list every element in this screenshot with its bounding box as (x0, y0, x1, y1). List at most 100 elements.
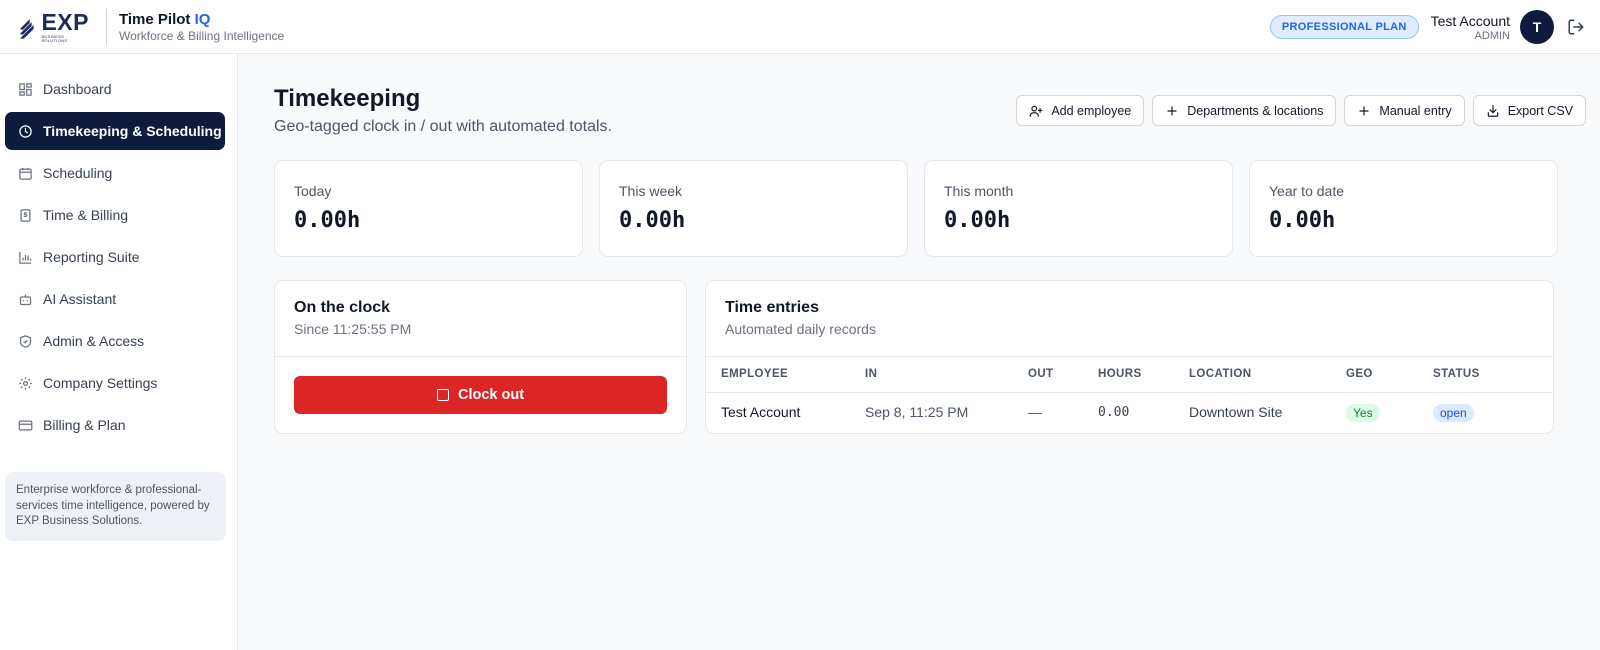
geo-badge: Yes (1346, 404, 1380, 423)
column-header-out[interactable]: OUT (1028, 357, 1098, 393)
plus-icon (1165, 104, 1179, 118)
logo-subtext: BUSINESS SOLUTIONS (41, 33, 68, 43)
stats-row: Today 0.00h This week 0.00h This month 0… (274, 160, 1558, 257)
download-icon (1486, 104, 1500, 118)
sidebar-item-time-billing[interactable]: Time & Billing (5, 196, 225, 234)
sidebar: Dashboard Timekeeping & Scheduling Sched… (0, 54, 238, 650)
clock-card-header: On the clock Since 11:25:55 PM (275, 281, 686, 357)
cell-hours: 0.00 (1098, 404, 1130, 420)
sidebar-item-label: Reporting Suite (43, 249, 140, 265)
sidebar-item-reporting[interactable]: Reporting Suite (5, 238, 225, 276)
header-right: PROFESSIONAL PLAN Test Account ADMIN T (1269, 0, 1600, 54)
sidebar-item-label: Admin & Access (43, 333, 145, 349)
sidebar-item-company-settings[interactable]: Company Settings (5, 364, 225, 402)
logout-icon[interactable] (1566, 17, 1586, 37)
bot-icon (17, 291, 33, 307)
sidebar-item-ai-assistant[interactable]: AI Assistant (5, 280, 225, 318)
main-content: Timekeeping Geo-tagged clock in / out wi… (238, 54, 1600, 650)
column-header-geo[interactable]: GEO (1346, 357, 1433, 393)
stat-value: 0.00h (619, 208, 686, 233)
brand: EXP BUSINESS SOLUTIONS Time Pilot IQ Wor… (0, 0, 284, 53)
gear-icon (17, 375, 33, 391)
app-name-text: Time Pilot (119, 10, 191, 28)
stat-card-today: Today 0.00h (274, 160, 583, 257)
clock-out-label: Clock out (457, 387, 525, 403)
clock-card-title: On the clock (294, 299, 391, 316)
sidebar-item-timekeeping[interactable]: Timekeeping & Scheduling (5, 112, 225, 150)
sidebar-item-scheduling[interactable]: Scheduling (5, 154, 225, 192)
page-title: Timekeeping (274, 85, 421, 112)
add-employee-label: Add employee (1051, 103, 1132, 118)
app-tagline: Workforce & Billing Intelligence (119, 28, 285, 43)
stat-value: 0.00h (294, 208, 361, 233)
sidebar-item-label: AI Assistant (43, 291, 117, 307)
entries-card-title: Time entries (725, 299, 819, 316)
sidebar-item-billing-plan[interactable]: Billing & Plan (5, 406, 225, 444)
sidebar-item-label: Timekeeping & Scheduling (43, 123, 222, 139)
grid-icon (17, 81, 33, 97)
export-csv-button[interactable]: Export CSV (1472, 95, 1586, 126)
manual-entry-button[interactable]: Manual entry (1344, 95, 1465, 126)
departments-locations-button[interactable]: Departments & locations (1152, 95, 1337, 126)
sidebar-item-dashboard[interactable]: Dashboard (5, 70, 225, 108)
stat-label: This week (619, 183, 683, 199)
departments-locations-label: Departments & locations (1187, 103, 1324, 118)
entries-card-header: Time entries Automated daily records (706, 281, 1553, 357)
app-title: Time Pilot IQ Workforce & Billing Intell… (119, 11, 284, 43)
cell-geo: Yes (1346, 392, 1433, 432)
stop-square-icon (436, 389, 449, 401)
exp-logo[interactable]: EXP BUSINESS SOLUTIONS (18, 8, 90, 43)
sidebar-item-label: Scheduling (43, 165, 113, 181)
sidebar-item-label: Time & Billing (43, 207, 129, 223)
avatar[interactable]: T (1520, 10, 1554, 44)
cell-location: Downtown Site (1189, 404, 1283, 421)
clock-out-button[interactable]: Clock out (294, 376, 667, 414)
add-employee-button[interactable]: Add employee (1016, 95, 1145, 126)
calendar-icon (17, 165, 33, 181)
top-header: EXP BUSINESS SOLUTIONS Time Pilot IQ Wor… (0, 0, 1600, 54)
page-subtitle: Geo-tagged clock in / out with automated… (274, 118, 612, 135)
cell-status: open (1433, 392, 1553, 432)
stat-value: 0.00h (1269, 208, 1336, 233)
on-the-clock-card: On the clock Since 11:25:55 PM Clock out (274, 280, 687, 434)
cell-in: Sep 8, 11:25 PM (865, 404, 969, 421)
app-name: Time Pilot IQ (119, 11, 284, 28)
time-entries-card: Time entries Automated daily records EMP… (705, 280, 1554, 434)
plan-badge[interactable]: PROFESSIONAL PLAN (1269, 15, 1419, 39)
sidebar-note: Enterprise workforce & professional-serv… (5, 472, 226, 541)
status-badge: open (1433, 404, 1474, 423)
app-name-suffix: IQ (194, 10, 211, 28)
clock-icon (17, 123, 33, 139)
stat-label: Today (294, 183, 332, 199)
sidebar-item-label: Dashboard (43, 81, 112, 97)
sidebar-nav: Dashboard Timekeeping & Scheduling Sched… (0, 54, 237, 444)
user-plus-icon (1029, 104, 1043, 118)
manual-entry-label: Manual entry (1379, 103, 1452, 118)
shield-icon (17, 333, 33, 349)
stat-label: Year to date (1269, 183, 1344, 199)
column-header-employee[interactable]: EMPLOYEE (706, 357, 865, 393)
export-csv-label: Export CSV (1507, 103, 1573, 118)
user-info: Test Account ADMIN (1431, 13, 1510, 42)
entries-card-subtitle: Automated daily records (725, 321, 876, 337)
stat-label: This month (944, 183, 1014, 199)
column-header-in[interactable]: IN (865, 357, 1028, 393)
stat-card-month: This month 0.00h (924, 160, 1233, 257)
cell-out: — (1028, 404, 1042, 421)
time-entries-table: EMPLOYEE IN OUT HOURS LOCATION GEO STATU… (706, 357, 1553, 432)
column-header-hours[interactable]: HOURS (1098, 357, 1189, 393)
sidebar-item-label: Company Settings (43, 375, 158, 391)
clock-since: Since 11:25:55 PM (294, 321, 412, 337)
column-header-status[interactable]: STATUS (1433, 357, 1553, 393)
column-header-location[interactable]: LOCATION (1189, 357, 1346, 393)
cell-employee: Test Account (721, 404, 801, 421)
credit-card-icon (17, 417, 33, 433)
logo-text: EXP (41, 8, 89, 35)
stat-card-week: This week 0.00h (599, 160, 908, 257)
action-toolbar: Add employee Departments & locations Man… (1016, 95, 1586, 126)
table-header-row: EMPLOYEE IN OUT HOURS LOCATION GEO STATU… (706, 357, 1553, 393)
table-row[interactable]: Test Account Sep 8, 11:25 PM — 0.00 Down… (706, 392, 1553, 432)
user-name: Test Account (1430, 12, 1510, 29)
sidebar-item-label: Billing & Plan (43, 417, 126, 433)
sidebar-item-admin-access[interactable]: Admin & Access (5, 322, 225, 360)
